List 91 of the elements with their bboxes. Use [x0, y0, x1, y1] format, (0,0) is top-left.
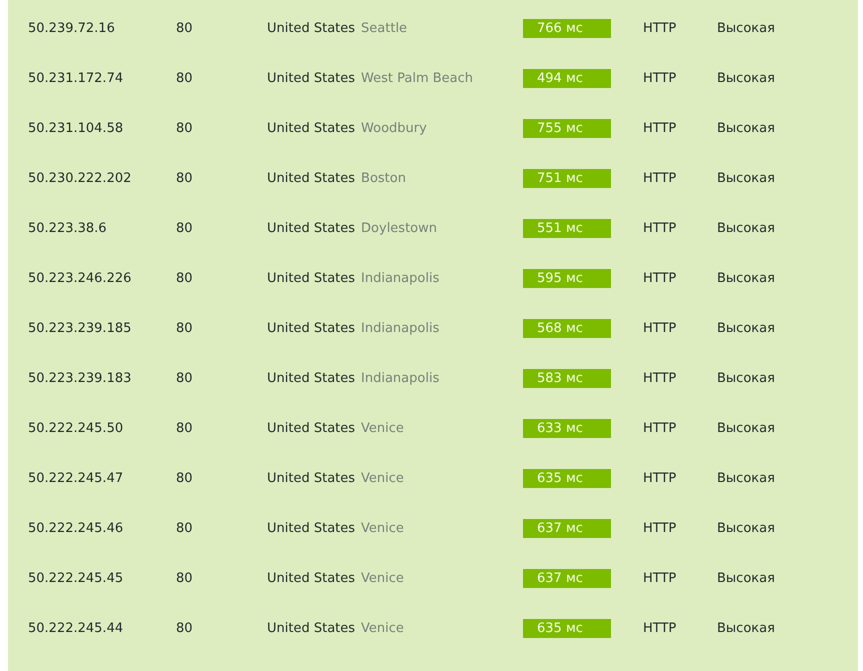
port: 80	[176, 420, 194, 436]
latency-badge: 494 мс	[523, 68, 611, 88]
city: West Palm Beach	[361, 70, 474, 86]
ip-address: 50.231.172.74	[27, 70, 124, 86]
latency-badge: 568 мс	[523, 318, 611, 338]
protocol: HTTP	[643, 570, 678, 586]
anonymity: Высокая	[717, 120, 775, 136]
port: 80	[176, 120, 194, 136]
ip-address: 50.223.239.183	[27, 370, 132, 386]
anonymity: Высокая	[717, 570, 775, 586]
latency-badge: 633 мс	[523, 418, 611, 438]
ip-address: 50.223.38.6	[27, 220, 108, 236]
ip-address: 50.231.104.58	[27, 120, 124, 136]
latency-badge: 635 мс	[523, 468, 611, 488]
anonymity: Высокая	[717, 320, 775, 336]
latency-badge: 595 мс	[523, 268, 611, 288]
port: 80	[176, 320, 194, 336]
ip-address: 50.230.222.202	[27, 170, 132, 186]
ip-address: 50.239.72.16	[27, 20, 116, 36]
port: 80	[176, 70, 194, 86]
anonymity: Высокая	[717, 70, 775, 86]
ip-address: 50.222.245.47	[27, 470, 124, 486]
country: United States	[267, 420, 356, 436]
country: United States	[267, 470, 356, 486]
city: Venice	[361, 420, 404, 436]
port: 80	[176, 170, 194, 186]
country: United States	[267, 20, 356, 36]
protocol: HTTP	[643, 470, 678, 486]
latency-badge: 766 мс	[523, 18, 611, 38]
protocol: HTTP	[643, 620, 678, 636]
city: Venice	[361, 620, 404, 636]
protocol: HTTP	[643, 170, 678, 186]
country: United States	[267, 270, 356, 286]
protocol: HTTP	[643, 70, 678, 86]
city: Doylestown	[361, 220, 437, 236]
city: Venice	[361, 570, 404, 586]
ip-address: 50.223.239.185	[27, 320, 132, 336]
anonymity: Высокая	[717, 20, 775, 36]
city: Indianapolis	[361, 270, 440, 286]
city: Seattle	[361, 20, 408, 36]
city: Venice	[361, 520, 404, 536]
country: United States	[267, 120, 356, 136]
anonymity: Высокая	[717, 220, 775, 236]
protocol: HTTP	[643, 420, 678, 436]
city: Boston	[361, 170, 406, 186]
ip-address: 50.222.245.50	[27, 420, 124, 436]
port: 80	[176, 20, 194, 36]
protocol: HTTP	[643, 20, 678, 36]
latency-badge: 755 мс	[523, 118, 611, 138]
latency-badge: 551 мс	[523, 218, 611, 238]
protocol: HTTP	[643, 220, 678, 236]
protocol: HTTP	[643, 320, 678, 336]
country: United States	[267, 320, 356, 336]
port: 80	[176, 620, 194, 636]
city: Indianapolis	[361, 370, 440, 386]
port: 80	[176, 370, 194, 386]
latency-badge: 583 мс	[523, 368, 611, 388]
city: Venice	[361, 470, 404, 486]
port: 80	[176, 470, 194, 486]
country: United States	[267, 520, 356, 536]
anonymity: Высокая	[717, 420, 775, 436]
country: United States	[267, 620, 356, 636]
country: United States	[267, 170, 356, 186]
protocol: HTTP	[643, 520, 678, 536]
country: United States	[267, 370, 356, 386]
city: Indianapolis	[361, 320, 440, 336]
ip-address: 50.222.245.46	[27, 520, 124, 536]
ip-address: 50.222.245.44	[27, 620, 124, 636]
latency-badge: 751 мс	[523, 168, 611, 188]
latency-badge: 637 мс	[523, 518, 611, 538]
country: United States	[267, 570, 356, 586]
ip-address: 50.223.246.226	[27, 270, 132, 286]
anonymity: Высокая	[717, 520, 775, 536]
latency-badge: 635 мс	[523, 618, 611, 638]
port: 80	[176, 570, 194, 586]
protocol: HTTP	[643, 270, 678, 286]
port: 80	[176, 520, 194, 536]
protocol: HTTP	[643, 370, 678, 386]
protocol: HTTP	[643, 120, 678, 136]
ip-address: 50.222.245.45	[27, 570, 124, 586]
anonymity: Высокая	[717, 170, 775, 186]
anonymity: Высокая	[717, 620, 775, 636]
country: United States	[267, 220, 356, 236]
latency-badge: 637 мс	[523, 568, 611, 588]
country: United States	[267, 70, 356, 86]
port: 80	[176, 220, 194, 236]
city: Woodbury	[361, 120, 427, 136]
anonymity: Высокая	[717, 270, 775, 286]
port: 80	[176, 270, 194, 286]
anonymity: Высокая	[717, 470, 775, 486]
anonymity: Высокая	[717, 370, 775, 386]
